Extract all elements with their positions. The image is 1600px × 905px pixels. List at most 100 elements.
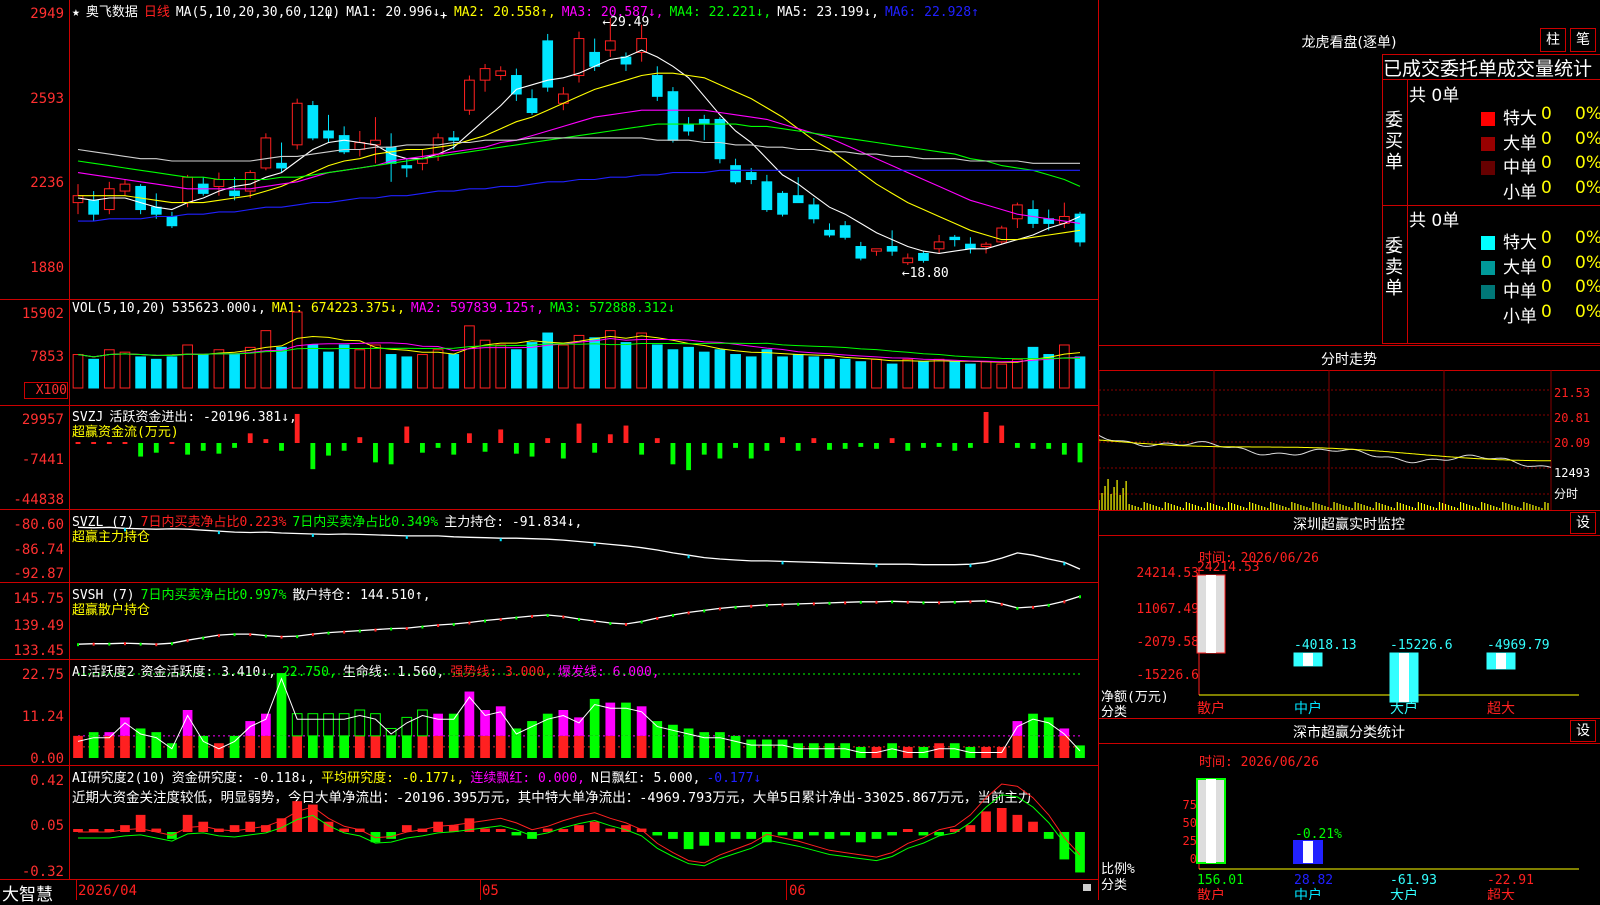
volume-bar: [182, 344, 193, 389]
research-bar: [1075, 832, 1085, 873]
activity-bar: [307, 735, 318, 758]
retail-tick: [797, 602, 800, 606]
holding-tick: [499, 538, 502, 542]
sz-monitor-chart[interactable]: 时间: 2026/06/2624214.5311067.49-2079.58-1…: [1099, 535, 1600, 718]
candle-body: [72, 195, 84, 204]
candle-body: [651, 75, 663, 97]
retail-tick: [343, 630, 346, 634]
bar-mode-button[interactable]: 柱: [1540, 28, 1566, 52]
activity-bar: [746, 739, 757, 758]
activity-bar: [88, 735, 99, 758]
retail-tick: [327, 631, 330, 635]
volume-bar: [417, 354, 428, 389]
flow-bar: [294, 413, 300, 443]
volume-bar: [323, 351, 334, 389]
order-count: 0: [1541, 177, 1552, 198]
activity-bar: [824, 743, 835, 758]
activity-bar-top: [401, 716, 413, 737]
retail-tick: [734, 605, 737, 609]
activity-bar-top: [338, 713, 350, 737]
retail-tick: [969, 600, 972, 604]
sz-monitor-settings-button[interactable]: 设: [1570, 512, 1596, 534]
candle-body: [511, 75, 522, 95]
volume-bar: [792, 354, 804, 389]
ratio-extra-label: -0.21%: [1295, 827, 1342, 842]
retail-tick: [687, 611, 690, 615]
order-label-group: 小单: [1481, 178, 1537, 203]
retail-tick: [374, 628, 377, 632]
volume-bar: [307, 344, 319, 389]
activity-bar: [840, 743, 851, 758]
activity-bar: [354, 735, 365, 758]
activity-bar: [949, 743, 960, 758]
candle-body: [1012, 204, 1023, 220]
retail-tick: [421, 625, 424, 629]
volume-bar: [1012, 358, 1023, 389]
flow-bar: [232, 443, 237, 448]
research-bar: [558, 829, 569, 832]
activity-bar-top: [354, 709, 366, 737]
volume-bar: [620, 342, 632, 389]
activity-bar: [636, 735, 647, 758]
activity-bar-top: [433, 713, 443, 736]
axis-month-05: 05: [482, 883, 499, 899]
retail-tick: [703, 609, 706, 613]
flow-bar: [357, 437, 363, 443]
flow-bar: [654, 438, 660, 443]
retail-tick: [264, 634, 267, 638]
candle-body: [479, 68, 491, 81]
intraday-chart[interactable]: 21.53 20.81 20.09 12493 分时: [1099, 370, 1600, 510]
flow-bar: [670, 443, 676, 465]
flow-bar: [466, 433, 472, 443]
retail-tick: [671, 613, 674, 617]
flow-bar: [576, 423, 582, 443]
candle-body: [604, 40, 616, 51]
volume-bar: [886, 363, 898, 389]
activity-bar: [120, 735, 130, 758]
volume-bar: [1074, 356, 1086, 389]
order-pct: 0%: [1575, 128, 1600, 149]
order-label-group: 中单: [1481, 277, 1537, 302]
order-pct: 0%: [1575, 228, 1600, 248]
activity-bar: [589, 735, 600, 758]
retail-tick: [108, 642, 111, 646]
retail-tick: [828, 601, 831, 605]
flow-bar: [388, 443, 394, 465]
order-size-label: 大单: [1503, 133, 1537, 154]
activity-bar: [542, 735, 553, 758]
activity-bar-top: [261, 713, 271, 736]
flow-bar: [404, 426, 410, 443]
flow-bar: [1030, 443, 1036, 449]
sz-class-settings-button[interactable]: 设: [1570, 720, 1596, 742]
ratio-bar-highlight: [1206, 779, 1216, 863]
activity-bar: [762, 739, 772, 758]
research-bar: [574, 825, 584, 832]
research-bar: [480, 828, 490, 832]
kline-chart[interactable]: ←29.49 ←18.80 + +: [0, 0, 1100, 900]
volume-bar: [808, 356, 820, 389]
flow-bar: [169, 442, 175, 444]
sz-class-chart[interactable]: 时间: 2026/06/26 75 50 25 0156.01散户 28.82中户 -61.…: [1099, 743, 1600, 900]
holding-tick: [875, 564, 878, 568]
retail-tick: [311, 633, 314, 637]
lock-icon[interactable]: [1083, 884, 1091, 891]
flow-bar: [983, 412, 989, 443]
tick-mode-button[interactable]: 笔: [1570, 28, 1596, 52]
volume-bar: [589, 337, 601, 389]
activity-bar: [715, 735, 725, 758]
candle-body: [918, 252, 929, 261]
holding-tick: [405, 535, 408, 539]
activity-bar-top: [1028, 713, 1038, 736]
research-bar: [965, 825, 976, 832]
order-label-group: 特大: [1481, 104, 1537, 129]
retail-tick: [123, 642, 126, 646]
ma-line-MA2: [78, 72, 1081, 241]
volume-bar: [526, 342, 538, 389]
volume-bar: [918, 361, 929, 389]
candle-body: [103, 188, 115, 211]
retail-tick: [578, 617, 580, 621]
research-bar: [824, 832, 835, 839]
cursor-marker: +: [440, 8, 447, 22]
flow-bar: [623, 425, 629, 443]
retail-tick: [891, 600, 894, 604]
